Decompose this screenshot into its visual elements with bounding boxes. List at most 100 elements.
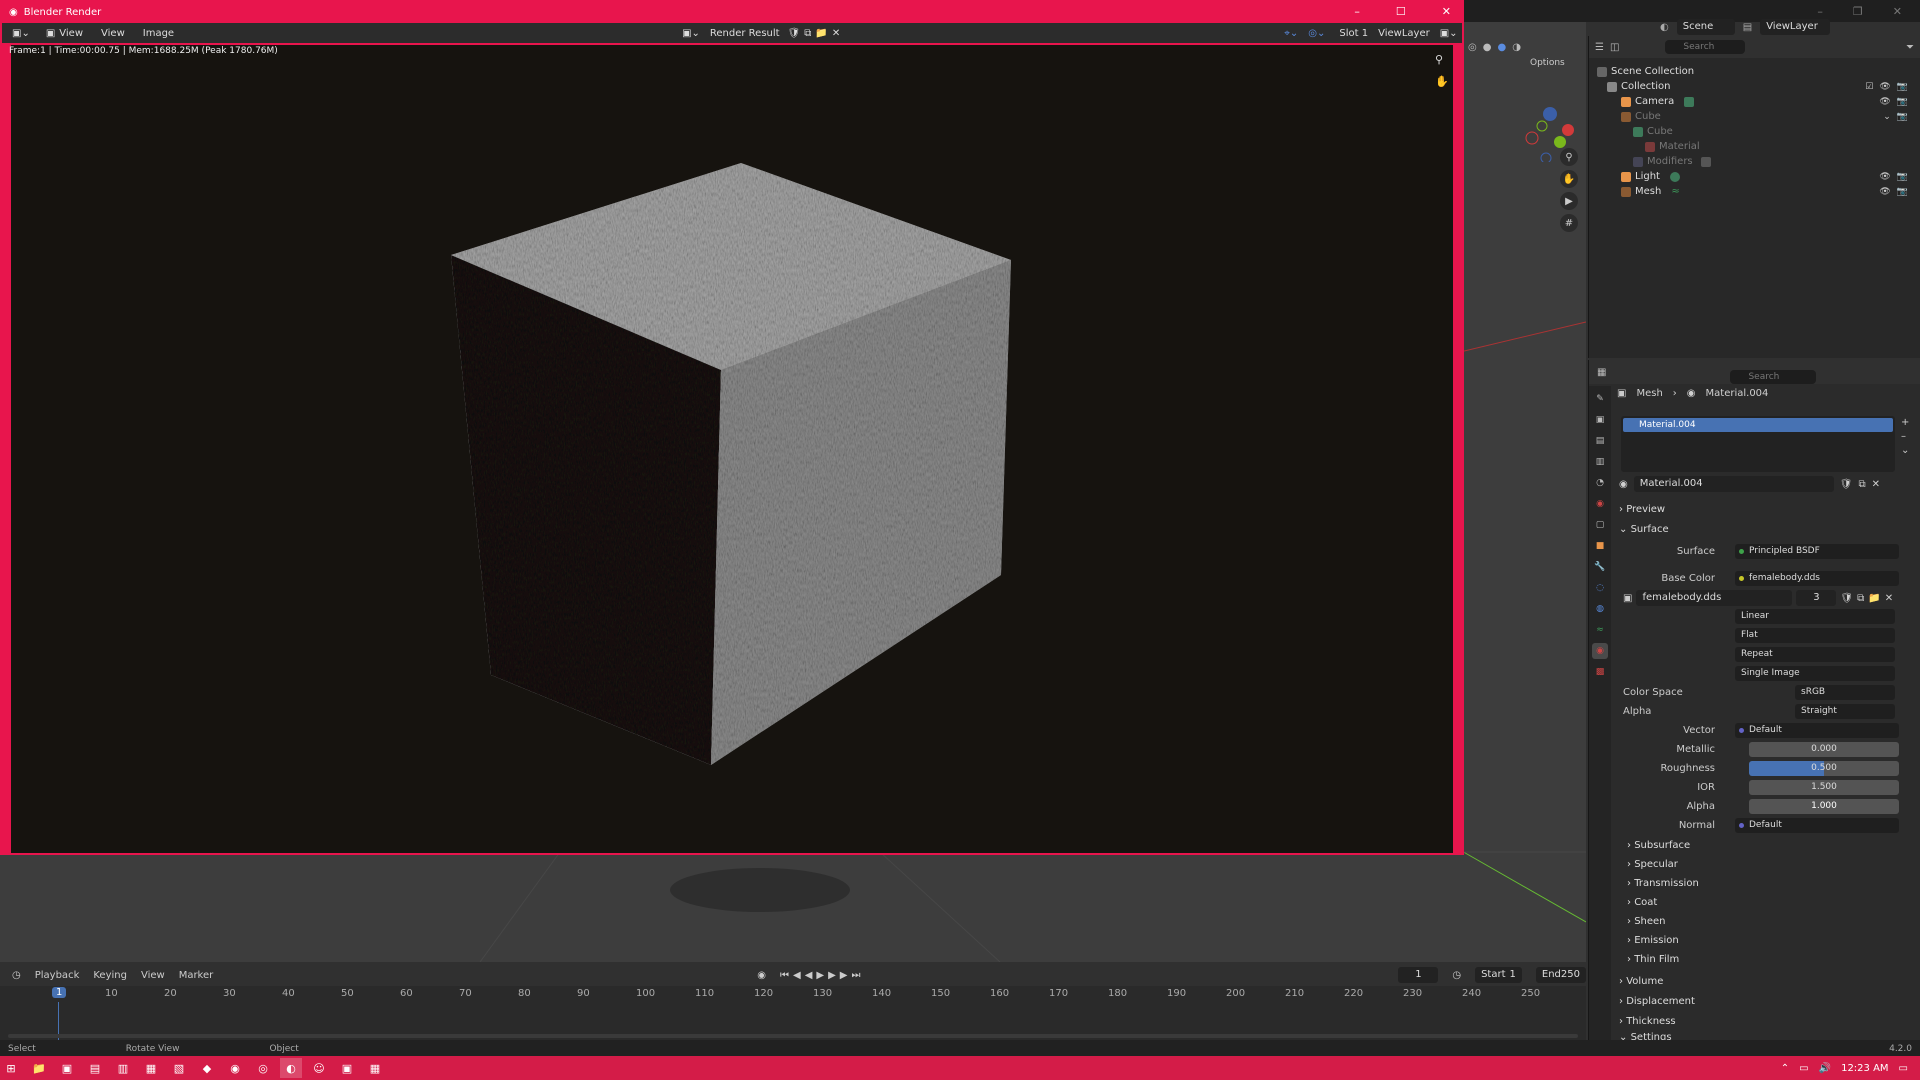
physics-tab-icon[interactable]: ◍	[1592, 601, 1608, 617]
playback-menu[interactable]: Playback	[35, 970, 80, 981]
alpha-mode-dropdown[interactable]: Straight	[1795, 704, 1895, 719]
file-explorer-icon[interactable]: 📁	[28, 1058, 50, 1078]
modifier-tab-icon[interactable]: 🔧	[1592, 559, 1608, 575]
outliner-row-cube[interactable]: Cube ⌄📷	[1589, 109, 1920, 124]
blender-taskbar-icon[interactable]: ◐	[280, 1058, 302, 1078]
section-volume[interactable]: › Volume	[1619, 976, 1663, 987]
subsection-specular[interactable]: › Specular	[1627, 859, 1678, 870]
view-menu-2[interactable]: View	[101, 28, 125, 39]
marker-menu[interactable]: Marker	[179, 970, 214, 981]
pan-hand-icon[interactable]: ✋	[1560, 170, 1578, 188]
display-channels-icon[interactable]: ▣⌄	[1440, 28, 1458, 39]
new-image-icon[interactable]: ⧉	[1857, 593, 1864, 604]
material-slot-list[interactable]: Material.004	[1621, 416, 1895, 472]
solid-shading-icon[interactable]: ●	[1483, 42, 1492, 53]
unlink-icon[interactable]: ✕	[1872, 479, 1880, 490]
app-icon-8[interactable]: ▦	[364, 1058, 386, 1078]
maximize-icon[interactable]: ☐	[1396, 5, 1406, 18]
shading-modes[interactable]: ◎ ● ● ◑	[1468, 42, 1521, 53]
app-icon-4[interactable]: ▦	[140, 1058, 162, 1078]
scene-selector[interactable]: Scene	[1676, 19, 1735, 35]
overlay-toggle-icon[interactable]: ◎⌄	[1308, 28, 1325, 39]
app-icon-6[interactable]: ◆	[196, 1058, 218, 1078]
display-mode-icon[interactable]: ◫	[1610, 42, 1619, 53]
visibility-icons[interactable]: 👁📷	[1879, 172, 1914, 182]
interpolation-dropdown[interactable]: Linear	[1735, 609, 1895, 624]
viewport-options-button[interactable]: Options	[1530, 58, 1565, 68]
playback-controls[interactable]: ⏮◀◀▶▶▶⏭	[780, 970, 864, 981]
subsection-thin-film[interactable]: › Thin Film	[1627, 954, 1679, 965]
app-icon-1[interactable]: ▣	[56, 1058, 78, 1078]
image-browse-icon[interactable]: ▣⌄	[682, 28, 700, 39]
view-menu[interactable]: View	[59, 28, 83, 39]
roughness-slider[interactable]: 0.500	[1749, 761, 1899, 776]
filter-icon[interactable]: ⏷	[1906, 42, 1914, 53]
view-mode-icon[interactable]: ▣	[46, 28, 55, 39]
close-icon[interactable]: ✕	[1442, 5, 1451, 18]
fake-user-icon[interactable]: 🛡	[1840, 593, 1853, 604]
end-frame-field[interactable]: End 250	[1535, 967, 1586, 983]
playhead-frame[interactable]: 1	[52, 987, 67, 998]
clock-text[interactable]: 12:23 AM	[1841, 1063, 1888, 1074]
visibility-icons[interactable]: 👁📷	[1879, 97, 1914, 107]
surface-shader-field[interactable]: Principled BSDF	[1735, 544, 1899, 559]
start-frame-field[interactable]: Start 1	[1475, 967, 1522, 983]
timeline-editor-icon[interactable]: ◷	[12, 970, 21, 981]
outliner-row-light[interactable]: Light 👁📷	[1589, 169, 1920, 184]
zoom-icon[interactable]: ⚲	[1560, 148, 1578, 166]
section-thickness[interactable]: › Thickness	[1619, 1016, 1676, 1027]
image-menu[interactable]: Image	[143, 28, 174, 39]
steam-icon[interactable]: ◎	[252, 1058, 274, 1078]
image-editor-icon[interactable]: ▣⌄	[12, 28, 30, 39]
ortho-grid-icon[interactable]: #	[1560, 214, 1578, 232]
view-layer-tab-icon[interactable]: ▥	[1592, 454, 1608, 470]
current-frame-field[interactable]: 1	[1398, 967, 1439, 983]
timeline-view-menu[interactable]: View	[141, 970, 165, 981]
outliner-search-input[interactable]: Search	[1665, 40, 1746, 54]
render-window[interactable]: ◉ Blender Render – ☐ ✕ ▣⌄ ▣ View View Im…	[0, 0, 1464, 855]
outliner-row-modifiers[interactable]: Modifiers	[1589, 154, 1920, 169]
subsection-coat[interactable]: › Coat	[1627, 897, 1657, 908]
material-shading-icon[interactable]: ●	[1497, 42, 1506, 53]
material-name-field[interactable]: Material.004	[1633, 476, 1834, 492]
minimize-icon[interactable]: –	[1354, 5, 1360, 18]
properties-editor-icon[interactable]: ▦	[1597, 367, 1606, 378]
particles-tab-icon[interactable]: ◌	[1592, 580, 1608, 596]
record-icon[interactable]: ◉	[757, 970, 766, 981]
section-surface[interactable]: ⌄ Surface	[1619, 524, 1669, 535]
duplicate-icon[interactable]: ⧉	[1858, 479, 1865, 490]
object-tab-icon[interactable]: ■	[1592, 538, 1608, 554]
properties-search-input[interactable]: Search	[1730, 370, 1817, 384]
rendered-shading-icon[interactable]: ◑	[1512, 42, 1521, 53]
normal-field[interactable]: Default	[1735, 818, 1899, 833]
gizmo-toggle-icon[interactable]: ⌖⌄	[1284, 28, 1298, 39]
render-result-canvas[interactable]: ⚲ ✋	[11, 45, 1453, 853]
subsection-transmission[interactable]: › Transmission	[1627, 878, 1699, 889]
viewlayer-selector[interactable]: ViewLayer	[1760, 19, 1831, 35]
minimize-icon[interactable]: –	[1817, 5, 1823, 18]
app-icon-2[interactable]: ▤	[84, 1058, 106, 1078]
material-sphere-icon[interactable]: ◉	[1619, 479, 1628, 490]
fake-user-icon[interactable]: 🛡	[1840, 479, 1853, 490]
app-icon-3[interactable]: ▥	[112, 1058, 134, 1078]
collection-tab-icon[interactable]: ▢	[1592, 517, 1608, 533]
network-icon[interactable]: ▭	[1799, 1063, 1808, 1074]
subsection-sheen[interactable]: › Sheen	[1627, 916, 1666, 927]
visibility-icons[interactable]: 👁📷	[1879, 187, 1914, 197]
volume-icon[interactable]: 🔊	[1819, 1063, 1831, 1074]
scene-tab-icon[interactable]: ◔	[1592, 475, 1608, 491]
outliner-row-material[interactable]: Material	[1589, 139, 1920, 154]
render-viewlayer-selector[interactable]: ViewLayer	[1378, 28, 1430, 39]
timeline-ruler[interactable]: 1 10 20 30 40 50 60 70 80 90 100 110 120 130 140 150 16…	[0, 986, 1586, 1002]
outliner-row-scene-collection[interactable]: Scene Collection	[1589, 64, 1920, 79]
discord-icon[interactable]: ☺	[308, 1058, 330, 1078]
image-users-count[interactable]: 3	[1796, 590, 1837, 606]
outliner-row-collection[interactable]: Collection ☑👁📷	[1589, 79, 1920, 94]
output-tab-icon[interactable]: ▤	[1592, 433, 1608, 449]
color-space-dropdown[interactable]: sRGB	[1795, 685, 1895, 700]
alpha-slider[interactable]: 1.000	[1749, 799, 1899, 814]
unlink-icon[interactable]: ✕	[1885, 593, 1893, 604]
app-icon-7[interactable]: ▣	[336, 1058, 358, 1078]
vector-field[interactable]: Default	[1735, 723, 1899, 738]
start-icon[interactable]: ⊞	[0, 1058, 22, 1078]
